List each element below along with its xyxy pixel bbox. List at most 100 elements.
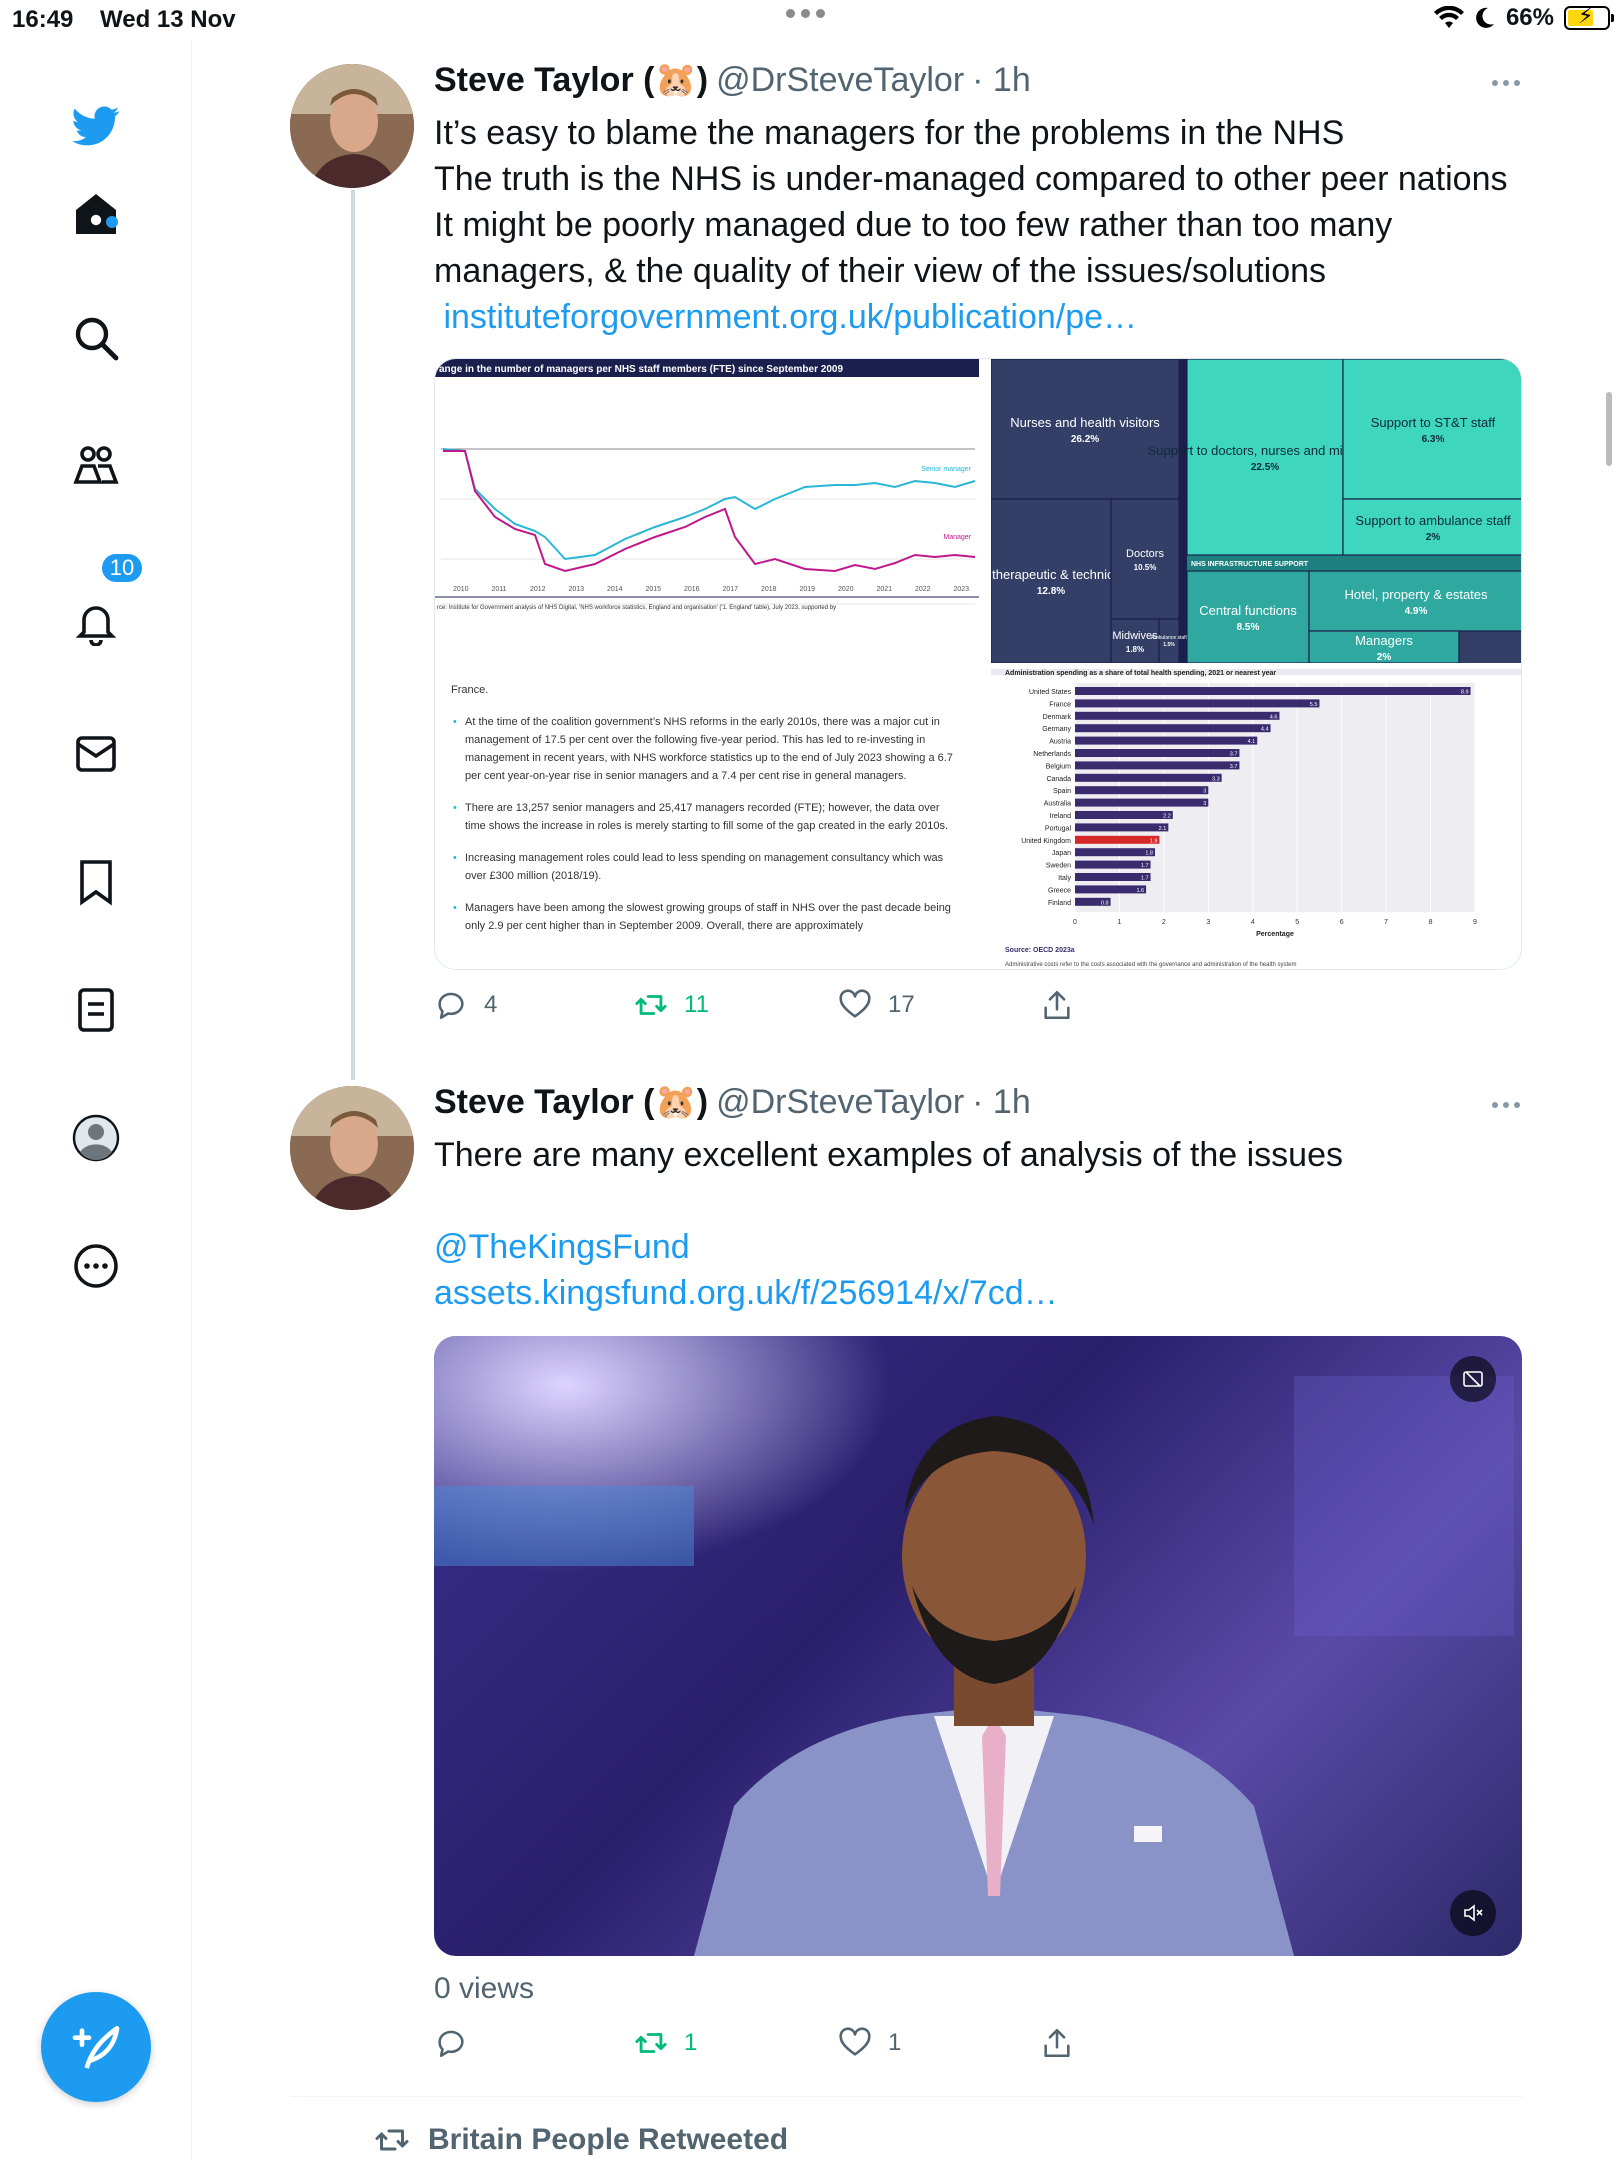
bookmarks-icon[interactable] <box>60 846 132 918</box>
category-label: Australia <box>1044 801 1071 808</box>
communities-icon[interactable] <box>60 430 132 502</box>
bullet: • <box>453 716 457 728</box>
author-handle[interactable]: @DrSteveTaylor <box>716 1083 964 1122</box>
data-label: 5.5 <box>1310 702 1318 708</box>
bar <box>1075 761 1240 770</box>
retweet-icon <box>635 2033 667 2053</box>
tweet-link[interactable]: instituteforgovernment.org.uk/publicatio… <box>434 294 1554 340</box>
data-label: 3.7 <box>1230 764 1238 770</box>
x-tick-label: 8 <box>1429 919 1433 926</box>
category-label: Germany <box>1042 726 1071 733</box>
treemap-value: 1.5% <box>1163 642 1175 648</box>
home-icon[interactable] <box>60 178 132 250</box>
tweet-media-grid[interactable]: ange in the number of managers per NHS s… <box>434 358 1522 970</box>
scrollbar[interactable] <box>1606 392 1612 466</box>
category-label: Greece <box>1048 887 1071 894</box>
tweet-text-line: It’s easy to blame the managers for the … <box>434 114 1345 152</box>
data-label: 3.7 <box>1230 752 1238 758</box>
search-icon[interactable] <box>60 302 132 374</box>
like-button[interactable]: 1 <box>838 2026 901 2060</box>
x-tick-label: 2 <box>1162 919 1166 926</box>
compose-tweet-button[interactable] <box>41 1992 151 2102</box>
more-icon[interactable] <box>60 1230 132 1302</box>
clock: 16:49 <box>12 6 74 33</box>
author-name[interactable]: Steve Taylor (🐹) <box>434 1082 708 1122</box>
avatar[interactable] <box>290 1086 414 1210</box>
treemap-value: 1.8% <box>1126 645 1144 654</box>
data-label: 4.1 <box>1248 739 1256 745</box>
excerpt-paragraph: • At the time of the coalition government… <box>451 713 961 785</box>
tweet-text-line: managers, & the quality of their view of… <box>434 252 1327 290</box>
reply-button[interactable]: 4 <box>434 988 497 1022</box>
category-label: United Kingdom <box>1021 838 1071 845</box>
bar <box>1075 798 1209 807</box>
x-tick-label: 6 <box>1340 919 1344 926</box>
tweet-time[interactable]: · 1h <box>972 1083 1031 1122</box>
x-tick-label: 2010 <box>453 586 469 593</box>
notifications-icon[interactable] <box>60 586 132 658</box>
messages-icon[interactable] <box>60 718 132 790</box>
tweet-video[interactable] <box>434 1336 1522 1956</box>
share-button[interactable] <box>1040 2026 1074 2060</box>
bullet: • <box>453 852 457 864</box>
media-treemap[interactable]: NHS INFRASTRUCTURE SUPPORT Nurses and hea… <box>991 359 1521 663</box>
bar <box>1075 885 1147 894</box>
tweet-menu-button[interactable] <box>1492 80 1520 86</box>
mute-icon[interactable] <box>1450 1890 1496 1936</box>
media-line-chart[interactable]: ange in the number of managers per NHS s… <box>435 359 979 663</box>
x-tick-label: 1 <box>1117 919 1121 926</box>
tweet-menu-button[interactable] <box>1492 1102 1520 1108</box>
category-label: Japan <box>1052 850 1071 857</box>
like-count: 1 <box>888 2029 902 2056</box>
retweeted-by-row[interactable]: Britain People Retweeted <box>374 2122 788 2158</box>
treemap-section-label: NHS INFRASTRUCTURE SUPPORT <box>1191 561 1309 568</box>
retweet-button[interactable]: 1 <box>634 2026 697 2060</box>
x-tick-label: 3 <box>1206 919 1210 926</box>
like-button[interactable]: 17 <box>838 988 915 1022</box>
share-icon <box>1044 990 1070 1020</box>
x-tick-label: 2020 <box>838 586 854 593</box>
bar <box>1075 736 1258 745</box>
share-button[interactable] <box>1040 988 1074 1022</box>
captions-icon[interactable] <box>1450 1356 1496 1402</box>
retweet-icon <box>635 995 667 1015</box>
tweet-text: It’s easy to blame the managers for the … <box>434 110 1554 340</box>
reply-button[interactable] <box>434 2026 484 2060</box>
video-frame <box>434 1336 1522 1956</box>
author-name[interactable]: Steve Taylor (🐹) <box>434 60 708 100</box>
tweet-time[interactable]: · 1h <box>972 61 1031 100</box>
lists-icon[interactable] <box>60 974 132 1046</box>
data-label: 2.2 <box>1163 814 1171 820</box>
treemap-label: Ambulance staff <box>1151 635 1187 641</box>
chart-title: ange in the number of managers per NHS s… <box>439 364 843 375</box>
x-tick-label: 2021 <box>877 586 893 593</box>
treemap-value: 10.5% <box>1134 563 1157 572</box>
tweet-text: There are many excellent examples of ana… <box>434 1132 1554 1316</box>
media-text-excerpt[interactable]: France. • At the time of the coalition gov… <box>435 669 979 969</box>
treemap-cell <box>1158 618 1180 663</box>
tweet-text-line: The truth is the NHS is under-managed co… <box>434 160 1508 198</box>
x-tick-label: 2012 <box>530 586 546 593</box>
excerpt-paragraph: • There are 13,257 senior managers and 25… <box>451 799 961 835</box>
bullet: • <box>453 802 457 814</box>
thread-connector <box>351 190 355 1080</box>
media-bar-chart[interactable]: Administration spending as a share of to… <box>991 669 1521 969</box>
twitter-logo-icon[interactable] <box>60 90 132 162</box>
profile-icon[interactable] <box>60 1102 132 1174</box>
mention-link[interactable]: @TheKingsFund <box>434 1224 1554 1270</box>
avatar[interactable] <box>290 64 414 188</box>
treemap-label: Hotel, property & estates <box>1344 587 1488 602</box>
category-label: Belgium <box>1046 763 1071 770</box>
tweet-link[interactable]: assets.kingsfund.org.uk/f/256914/x/7cd… <box>434 1270 1554 1316</box>
treemap-label: Central functions <box>1199 603 1297 618</box>
data-label: 3 <box>1203 801 1206 807</box>
retweet-count: 1 <box>684 2029 698 2056</box>
battery-icon: ⚡ <box>1564 3 1614 30</box>
multitasking-dots[interactable] <box>786 9 825 18</box>
excerpt-text: Increasing management roles could lead t… <box>465 852 944 882</box>
sidebar: 10 <box>0 40 192 2160</box>
retweet-button[interactable]: 11 <box>634 988 709 1022</box>
bullet: • <box>453 902 457 914</box>
treemap-value: 26.2% <box>1071 434 1099 445</box>
author-handle[interactable]: @DrSteveTaylor <box>716 61 964 100</box>
